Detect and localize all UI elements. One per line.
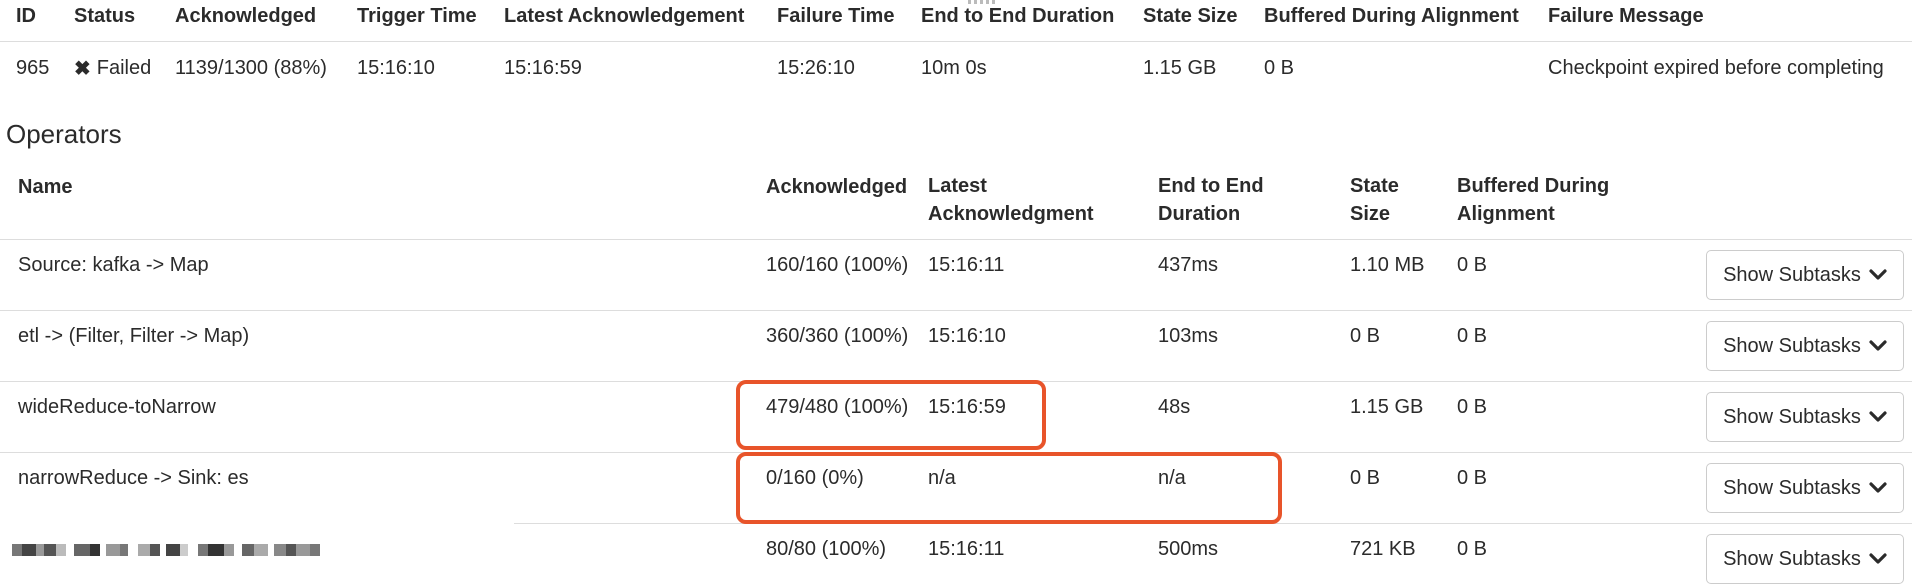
header-latest-ack: Latest Acknowledgement — [504, 5, 745, 27]
state-size-value: 1.15 GB — [1143, 57, 1217, 79]
chevron-down-icon — [1869, 340, 1887, 351]
show-subtasks-button[interactable]: Show Subtasks — [1706, 321, 1904, 371]
latest-ack-value: 15:16:10 — [928, 325, 1006, 347]
header-id: ID — [16, 5, 36, 27]
header-acknowledged: Acknowledged — [766, 176, 908, 198]
header-state-line1: State — [1350, 175, 1399, 197]
acknowledged-value: 1139/1300 (88%) — [175, 57, 327, 79]
status-badge: ✖ Failed — [74, 57, 151, 80]
header-failure-time: Failure Time — [777, 5, 895, 27]
show-subtasks-label: Show Subtasks — [1723, 547, 1861, 570]
failure-message-value: Checkpoint expired before completing — [1548, 57, 1884, 79]
show-subtasks-button[interactable]: Show Subtasks — [1706, 392, 1904, 442]
show-subtasks-label: Show Subtasks — [1723, 476, 1861, 499]
chevron-down-icon — [1869, 553, 1887, 564]
close-icon: ✖ — [74, 57, 91, 80]
highlight-box-row3 — [736, 380, 1046, 450]
header-e2e-line2: Duration — [1158, 203, 1241, 225]
header-buffered: Buffered During Alignment — [1264, 5, 1519, 27]
header-trigger-time: Trigger Time — [357, 5, 477, 27]
header-state-size: State Size — [1143, 5, 1238, 27]
buffered-value: 0 B — [1457, 538, 1488, 560]
buffered-value: 0 B — [1457, 325, 1488, 347]
header-e2e-duration: End to End Duration — [1158, 172, 1264, 228]
status-label: Failed — [96, 57, 152, 79]
header-latest-ack: Latest Acknowledgment — [928, 172, 1094, 228]
highlight-box-row4 — [736, 452, 1282, 524]
acknowledged-value: 160/160 (100%) — [766, 254, 909, 276]
state-size-value: 0 B — [1350, 325, 1381, 347]
header-failure-message: Failure Message — [1548, 5, 1704, 27]
chevron-down-icon — [1869, 482, 1887, 493]
divider — [0, 239, 1912, 240]
header-name: Name — [18, 176, 73, 198]
acknowledged-value: 360/360 (100%) — [766, 325, 909, 347]
header-acknowledged: Acknowledged — [175, 5, 317, 27]
state-size-value: 721 KB — [1350, 538, 1416, 560]
header-state-size: State Size — [1350, 172, 1399, 228]
show-subtasks-label: Show Subtasks — [1723, 334, 1861, 357]
state-size-value: 1.15 GB — [1350, 396, 1424, 418]
buffered-value: 0 B — [1264, 57, 1295, 79]
buffered-value: 0 B — [1457, 467, 1488, 489]
operator-name: narrowReduce -> Sink: es — [18, 467, 249, 489]
header-latest-ack-line1: Latest — [928, 175, 987, 197]
operator-name: etl -> (Filter, Filter -> Map) — [18, 325, 250, 347]
checkpoint-id: 965 — [16, 57, 50, 79]
divider — [0, 41, 1912, 42]
window-grip — [968, 0, 998, 4]
show-subtasks-label: Show Subtasks — [1723, 405, 1861, 428]
latest-ack-value: 15:16:59 — [504, 57, 582, 79]
divider — [0, 310, 1912, 311]
header-buffered-line1: Buffered During — [1457, 175, 1610, 197]
header-buffered-line2: Alignment — [1457, 203, 1555, 225]
trigger-time-value: 15:16:10 — [357, 57, 435, 79]
latest-ack-value: 15:16:11 — [928, 254, 1005, 276]
redacted-operator-name — [0, 544, 320, 556]
buffered-value: 0 B — [1457, 396, 1488, 418]
show-subtasks-button[interactable]: Show Subtasks — [1706, 463, 1904, 513]
operator-name: wideReduce-toNarrow — [18, 396, 216, 418]
chevron-down-icon — [1869, 269, 1887, 280]
e2e-duration-value: 437ms — [1158, 254, 1219, 276]
e2e-duration-value: 103ms — [1158, 325, 1219, 347]
latest-ack-value: 15:16:11 — [928, 538, 1005, 560]
acknowledged-value: 80/80 (100%) — [766, 538, 887, 560]
header-e2e-duration: End to End Duration — [921, 5, 1115, 27]
e2e-duration-value: 48s — [1158, 396, 1191, 418]
show-subtasks-label: Show Subtasks — [1723, 263, 1861, 286]
state-size-value: 0 B — [1350, 467, 1381, 489]
header-state-line2: Size — [1350, 203, 1391, 225]
header-buffered: Buffered During Alignment — [1457, 172, 1609, 228]
state-size-value: 1.10 MB — [1350, 254, 1425, 276]
buffered-value: 0 B — [1457, 254, 1488, 276]
operator-name: Source: kafka -> Map — [18, 254, 209, 276]
show-subtasks-button[interactable]: Show Subtasks — [1706, 250, 1904, 300]
header-latest-ack-line2: Acknowledgment — [928, 203, 1094, 225]
header-e2e-line1: End to End — [1158, 175, 1264, 197]
e2e-duration-value: 10m 0s — [921, 57, 987, 79]
failure-time-value: 15:26:10 — [777, 57, 855, 79]
operators-title: Operators — [6, 119, 122, 149]
chevron-down-icon — [1869, 411, 1887, 422]
header-status: Status — [74, 5, 136, 27]
show-subtasks-button[interactable]: Show Subtasks — [1706, 534, 1904, 584]
e2e-duration-value: 500ms — [1158, 538, 1219, 560]
